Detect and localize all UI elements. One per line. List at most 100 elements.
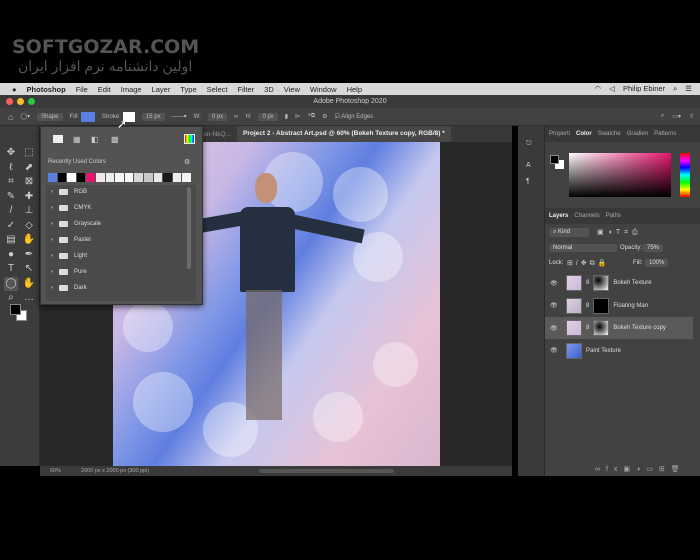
gear-icon[interactable]: ⚙	[184, 158, 190, 166]
recent-color-swatch[interactable]	[124, 173, 134, 182]
recent-color-swatch[interactable]	[96, 173, 105, 182]
tab-gradients[interactable]: Gradien	[627, 131, 648, 137]
swatch-list-scrollbar[interactable]	[187, 187, 191, 269]
character-icon[interactable]: A	[526, 162, 531, 169]
layer-name[interactable]: Paint Texture	[586, 348, 621, 354]
color-picker-icon[interactable]	[184, 134, 195, 144]
layer-filter-select[interactable]: ⌕ Kind	[549, 228, 589, 237]
recent-color-swatch[interactable]	[48, 173, 57, 182]
menu-filter[interactable]: Filter	[237, 85, 254, 94]
menu-type[interactable]: Type	[180, 85, 196, 94]
chevron-right-icon[interactable]: ›	[51, 253, 53, 259]
user-name[interactable]: Philip Ebiner	[623, 84, 665, 94]
minimize-button[interactable]	[17, 98, 24, 105]
fill-swatch[interactable]	[80, 111, 95, 122]
link-icon[interactable]: 8	[586, 325, 589, 331]
eyedropper-tool-icon[interactable]: ✎	[4, 190, 18, 204]
layer-row[interactable]: 👁 8 Floating Man	[545, 295, 693, 317]
menu-3d[interactable]: 3D	[264, 85, 274, 94]
apple-icon[interactable]: ●	[12, 85, 17, 94]
menu-view[interactable]: View	[284, 85, 300, 94]
pen-tool-icon[interactable]: ✒	[22, 248, 36, 262]
layer-name[interactable]: Bokeh Texture copy	[613, 325, 666, 331]
recent-color-swatch[interactable]	[76, 173, 86, 182]
horizontal-scrollbar[interactable]	[259, 469, 395, 473]
more-tool-icon[interactable]: …	[22, 291, 36, 305]
visibility-eye-icon[interactable]: 👁	[550, 302, 562, 309]
ellipse-tool-preset-icon[interactable]: ◯▾	[20, 113, 30, 120]
layer-filter-icons[interactable]: ▣◑T⌗⎙	[597, 228, 642, 237]
list-icon[interactable]: ☰	[685, 84, 692, 94]
menu-edit[interactable]: Edit	[98, 85, 111, 94]
history-brush-tool-icon[interactable]: ✓	[4, 219, 18, 233]
marquee-tool-icon[interactable]: ⬚	[22, 146, 36, 160]
swatch-folder[interactable]: › Light	[51, 253, 87, 259]
link-icon[interactable]: ∞	[234, 114, 238, 120]
recent-color-swatch[interactable]	[67, 173, 76, 182]
document-size[interactable]: 2000 px x 2000 px (300 ppi)	[81, 468, 149, 474]
close-button[interactable]	[6, 98, 13, 105]
fill-field[interactable]: 100%	[645, 259, 669, 267]
crop-tool-icon[interactable]: ⌗	[4, 175, 18, 189]
recent-color-swatch[interactable]	[182, 173, 191, 182]
recent-color-swatch[interactable]	[105, 173, 115, 182]
chevron-right-icon[interactable]: ›	[51, 237, 53, 243]
healing-tool-icon[interactable]: ✚	[22, 190, 36, 204]
tab-layers[interactable]: Layers	[549, 213, 568, 219]
swatch-folder[interactable]: › Pure	[51, 269, 87, 275]
menu-select[interactable]: Select	[207, 85, 228, 94]
maximize-button[interactable]	[28, 98, 35, 105]
link-icon[interactable]: 8	[586, 303, 589, 309]
stroke-type-select[interactable]: ——▾	[172, 113, 187, 120]
layer-actions-bar[interactable]: ∞fx▣◑▭⊞🗑	[595, 465, 686, 473]
blur-tool-icon[interactable]: ✋	[22, 233, 36, 247]
recent-color-swatch[interactable]	[163, 173, 172, 182]
chevron-right-icon[interactable]: ›	[51, 285, 53, 291]
object-select-tool-icon[interactable]: ⬈	[22, 161, 36, 175]
eraser-tool-icon[interactable]: ◇	[22, 219, 36, 233]
swatch-folder[interactable]: › Grayscale	[51, 221, 101, 227]
recent-color-swatch[interactable]	[153, 173, 163, 182]
volume-icon[interactable]: ◁	[609, 84, 615, 94]
color-saturation-field[interactable]	[569, 153, 671, 197]
brush-tool-icon[interactable]: /	[4, 204, 18, 218]
blend-mode-select[interactable]: Normal	[549, 244, 617, 252]
tab-patterns[interactable]: Patterns	[654, 131, 676, 137]
type-tool-icon[interactable]: T	[4, 262, 18, 276]
dodge-tool-icon[interactable]: ●	[4, 248, 18, 262]
layer-name[interactable]: Bokeh Texture	[613, 280, 651, 286]
gradient-icon[interactable]: ◧	[91, 135, 99, 144]
tool-mode-select[interactable]: Shape	[37, 112, 63, 121]
height-field[interactable]: 0 px	[258, 112, 278, 121]
menu-app[interactable]: Photoshop	[27, 85, 66, 94]
link-icon[interactable]: 8	[586, 280, 589, 286]
lock-icons[interactable]: ⊞/✥⧉🔒	[567, 259, 609, 268]
menu-layer[interactable]: Layer	[152, 85, 171, 94]
layer-mask-thumbnail[interactable]	[593, 320, 610, 336]
chevron-right-icon[interactable]: ›	[51, 221, 53, 227]
layer-row[interactable]: 👁 8 Bokeh Texture copy	[545, 317, 693, 339]
tab-swatches[interactable]: Swatche	[598, 131, 621, 137]
no-color-icon[interactable]	[53, 135, 63, 143]
tab-document-2[interactable]: Project 2 - Abstract Art.psd @ 60% (Boke…	[237, 126, 451, 142]
chevron-right-icon[interactable]: ›	[51, 189, 53, 195]
move-tool-icon[interactable]: ✥	[4, 146, 18, 160]
path-select-tool-icon[interactable]: ↖	[22, 262, 36, 276]
pattern-icon[interactable]: ▩	[111, 135, 119, 144]
foreground-color-swatch[interactable]	[10, 304, 21, 315]
visibility-eye-icon[interactable]: 👁	[550, 325, 562, 332]
hue-slider[interactable]	[680, 153, 690, 197]
recent-color-swatch[interactable]	[86, 173, 95, 182]
recent-color-swatch[interactable]	[115, 173, 124, 182]
menu-window[interactable]: Window	[310, 85, 337, 94]
gradient-tool-icon[interactable]: ▤	[4, 233, 18, 247]
swatch-folder[interactable]: › Pastel	[51, 237, 91, 243]
tab-color[interactable]: Color	[576, 131, 592, 137]
swatch-folder[interactable]: › Dark	[51, 285, 87, 291]
menu-image[interactable]: Image	[121, 85, 142, 94]
layer-row[interactable]: 👁 Paint Texture	[545, 340, 693, 362]
swatch-folder[interactable]: › CMYK	[51, 205, 91, 211]
tab-paths[interactable]: Paths	[606, 213, 621, 219]
swatch-folder[interactable]: › RGB	[51, 189, 87, 195]
share-icon[interactable]: ⇧	[689, 113, 694, 120]
